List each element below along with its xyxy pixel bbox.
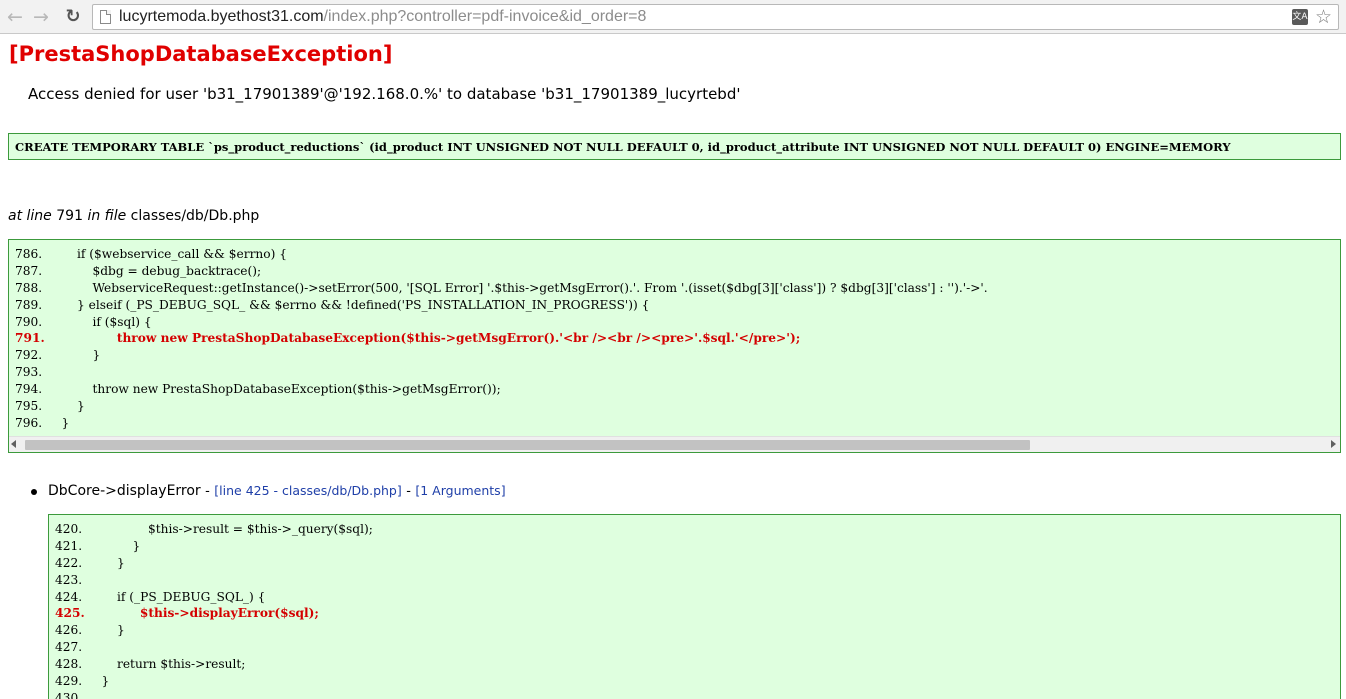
code-line: 420. $this->result = $this->_query($sql)… bbox=[55, 522, 373, 536]
sql-query-box: CREATE TEMPORARY TABLE `ps_product_reduc… bbox=[8, 133, 1341, 160]
trace-separator: - bbox=[205, 484, 210, 499]
trace-line-link[interactable]: [line 425 - classes/db/Db.php] bbox=[214, 483, 401, 498]
reload-icon[interactable]: ↻ bbox=[62, 6, 84, 28]
location-prefix: at line bbox=[8, 208, 52, 224]
location-line: 791 bbox=[56, 208, 83, 224]
location-file: classes/db/Db.php bbox=[130, 208, 260, 224]
code-line: 430. bbox=[55, 690, 83, 699]
error-location: at line 791 in file classes/db/Db.php bbox=[8, 208, 259, 224]
code-excerpt-main: 786. if ($webservice_call && $errno) { 78… bbox=[8, 239, 1341, 453]
code-line: 795. } bbox=[15, 399, 85, 414]
code-line: 424. if (_PS_DEBUG_SQL_) { bbox=[55, 589, 266, 604]
sql-query-text: CREATE TEMPORARY TABLE `ps_product_reduc… bbox=[15, 140, 1231, 154]
address-bar[interactable]: lucyrtemoda.byethost31.com/index.php?con… bbox=[92, 4, 1339, 30]
translate-icon[interactable]: 文A bbox=[1292, 9, 1308, 25]
code-line: 792. } bbox=[15, 348, 101, 363]
code-lines: 786. if ($webservice_call && $errno) { 78… bbox=[15, 246, 988, 432]
code-line: 793. bbox=[15, 365, 43, 380]
code-line: 788. WebserviceRequest::getInstance()->s… bbox=[15, 280, 988, 295]
code-line-highlighted: 791. throw new PrestaShopDatabaseExcepti… bbox=[15, 331, 801, 346]
location-in-file: in file bbox=[87, 208, 127, 224]
code-line: 426. } bbox=[55, 623, 125, 638]
trace-function: DbCore->displayError bbox=[48, 483, 201, 499]
code-line: 422. } bbox=[55, 555, 125, 570]
code-line: 427. bbox=[55, 640, 83, 655]
browser-toolbar: ← → ↻ lucyrtemoda.byethost31.com/index.p… bbox=[0, 0, 1346, 34]
code-line: 794. throw new PrestaShopDatabaseExcepti… bbox=[15, 382, 501, 397]
trace-separator-2: - bbox=[406, 484, 411, 499]
scrollbar-thumb[interactable] bbox=[25, 440, 1030, 450]
code-line: 429. } bbox=[55, 674, 110, 689]
bookmark-star-icon[interactable]: ☆ bbox=[1315, 6, 1332, 28]
list-bullet bbox=[31, 489, 37, 495]
code-lines: 420. $this->result = $this->_query($sql)… bbox=[55, 521, 373, 699]
horizontal-scrollbar[interactable] bbox=[9, 436, 1340, 452]
exception-message: Access denied for user 'b31_17901389'@'1… bbox=[28, 85, 741, 103]
code-line: 787. $dbg = debug_backtrace(); bbox=[15, 263, 262, 278]
code-line: 421. } bbox=[55, 538, 141, 553]
stack-trace-item: DbCore->displayError - [line 425 - class… bbox=[31, 483, 506, 499]
code-line: 428. return $this->result; bbox=[55, 657, 246, 672]
page-icon bbox=[100, 10, 111, 24]
back-arrow-icon[interactable]: ← bbox=[4, 6, 26, 28]
code-line: 790. if ($sql) { bbox=[15, 314, 152, 329]
code-excerpt-trace: 420. $this->result = $this->_query($sql)… bbox=[48, 514, 1341, 699]
scroll-left-arrow-icon[interactable] bbox=[11, 440, 16, 448]
code-line: 796. } bbox=[15, 415, 70, 430]
code-line: 786. if ($webservice_call && $errno) { bbox=[15, 247, 287, 261]
forward-arrow-icon[interactable]: → bbox=[30, 6, 52, 28]
code-line: 789. } elseif (_PS_DEBUG_SQL_ && $errno … bbox=[15, 297, 650, 312]
scroll-right-arrow-icon[interactable] bbox=[1331, 440, 1336, 448]
url-host: lucyrtemoda.byethost31.com bbox=[119, 8, 324, 25]
url-text[interactable]: lucyrtemoda.byethost31.com/index.php?con… bbox=[119, 8, 646, 26]
exception-title: [PrestaShopDatabaseException] bbox=[9, 42, 393, 66]
trace-args-link[interactable]: [1 Arguments] bbox=[415, 483, 505, 498]
url-path: /index.php?controller=pdf-invoice&id_ord… bbox=[323, 8, 647, 25]
code-line: 423. bbox=[55, 572, 83, 587]
code-line-highlighted: 425. $this->displayError($sql); bbox=[55, 606, 319, 621]
